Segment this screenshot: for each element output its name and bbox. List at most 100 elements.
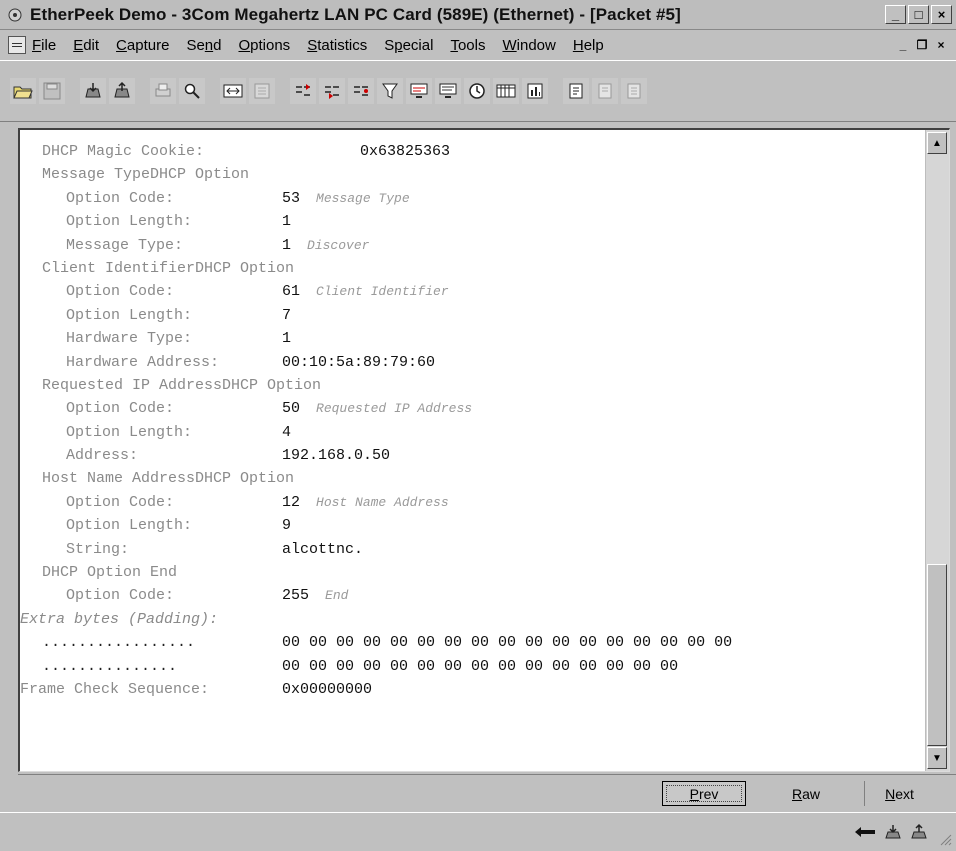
decode-value: 61 Client Identifier — [282, 280, 449, 303]
menu-item-edit[interactable]: Edit — [73, 37, 99, 54]
monitor-icon[interactable] — [406, 78, 432, 104]
document-icon[interactable] — [563, 78, 589, 104]
decode-label: Host Name AddressDHCP Option — [42, 470, 295, 488]
menu-item-special[interactable]: Special — [384, 37, 433, 54]
child-minimize-button[interactable]: _ — [894, 36, 912, 53]
decode-line[interactable]: Hardware Address: 00:10:5a:89:79:60 — [20, 351, 926, 374]
document-menu-icon[interactable] — [8, 36, 26, 54]
menu-bar: File Edit Capture Send Options Statistics Spec… — [0, 30, 956, 60]
decode-value-text: 53 — [282, 189, 301, 207]
decode-value: 7 — [282, 304, 291, 327]
decode-line[interactable]: Option Code: 61 Client Identifier — [20, 280, 926, 303]
decode-line[interactable]: Option Length: 7 — [20, 304, 926, 327]
packet-nav-bar: Prev Raw Next — [18, 774, 956, 810]
decode-line[interactable]: Option Length: 4 — [20, 421, 926, 444]
menu-item-text: ools — [457, 36, 486, 54]
decode-line[interactable]: Message Type: 1 Discover — [20, 234, 926, 257]
decode-line[interactable]: Extra bytes (Padding): — [20, 608, 926, 631]
chart-icon[interactable] — [522, 78, 548, 104]
find-icon[interactable] — [179, 78, 205, 104]
menu-item-text: elp — [583, 36, 604, 54]
capture-stop-icon[interactable] — [109, 78, 135, 104]
child-close-button[interactable]: × — [932, 36, 950, 53]
menu-item-options[interactable]: Options — [238, 37, 290, 54]
decode-value: 1 — [282, 327, 291, 350]
decode-label: String: — [66, 540, 130, 558]
decode-line[interactable]: Option Length: 1 — [20, 210, 926, 233]
table-icon[interactable] — [493, 78, 519, 104]
save-icon[interactable] — [39, 78, 65, 104]
toolbar — [0, 60, 956, 122]
decode-line[interactable]: Message TypeDHCP Option — [20, 163, 926, 186]
scroll-thumb[interactable] — [927, 564, 947, 746]
decode-line[interactable]: DHCP Magic Cookie: 0x63825363 — [20, 140, 926, 163]
back-arrow-icon[interactable] — [854, 825, 876, 844]
decode-line[interactable]: Hardware Type: 1 — [20, 327, 926, 350]
menu-item-text: ile — [41, 36, 57, 54]
menu-item-text: d — [213, 36, 222, 54]
decode-line[interactable]: DHCP Option End — [20, 561, 926, 584]
child-restore-button[interactable]: ❐ — [913, 36, 931, 53]
decode-line[interactable]: String: alcottnc. — [20, 538, 926, 561]
resize-grip-icon[interactable] — [938, 832, 952, 846]
decode-value-text: 00:10:5a:89:79:60 — [282, 353, 436, 371]
menu-item-accel: H — [572, 36, 584, 54]
decode-line[interactable]: Host Name AddressDHCP Option — [20, 467, 926, 490]
decode-value-text: 12 — [282, 493, 301, 511]
decode-line[interactable]: Option Code: 255 End — [20, 584, 926, 607]
decode-line[interactable]: ............... 00 00 00 00 00 00 00 00 0… — [20, 655, 926, 678]
menu-item-tools[interactable]: Tools — [450, 37, 485, 54]
node-stats-icon[interactable] — [290, 78, 316, 104]
menu-item-help[interactable]: Help — [573, 37, 604, 54]
decode-label: ................. — [42, 634, 196, 652]
decode-value-text: 00 00 00 00 00 00 00 00 00 00 00 00 00 0… — [282, 634, 733, 652]
print-icon[interactable] — [150, 78, 176, 104]
conversation-icon[interactable] — [348, 78, 374, 104]
decode-line[interactable]: Client IdentifierDHCP Option — [20, 257, 926, 280]
network-icon[interactable] — [220, 78, 246, 104]
menu-item-send[interactable]: Send — [186, 37, 221, 54]
decode-line[interactable]: Requested IP AddressDHCP Option — [20, 374, 926, 397]
menu-item-statistics[interactable]: Statistics — [307, 37, 367, 54]
scroll-up-button[interactable]: ▲ — [927, 132, 947, 154]
open-icon[interactable] — [10, 78, 36, 104]
packet-decode-view[interactable]: DHCP Magic Cookie: 0x63825363 Message Type… — [18, 128, 950, 772]
decode-note: Client Identifier — [316, 284, 449, 300]
protocol-stats-icon[interactable] — [319, 78, 345, 104]
decode-value-text: 9 — [282, 517, 292, 535]
menu-item-capture[interactable]: Capture — [116, 37, 169, 54]
decode-value-text: 1 — [282, 213, 292, 231]
decode-line[interactable]: Option Code: 12 Host Name Address — [20, 491, 926, 514]
prev-button[interactable]: Prev — [662, 781, 746, 806]
disabled-doc-icon[interactable] — [592, 78, 618, 104]
decode-label: Message Type: — [66, 236, 184, 254]
close-button[interactable]: × — [931, 5, 952, 24]
raw-accel: R — [791, 785, 803, 802]
menu-item-file[interactable]: File — [32, 37, 56, 54]
decode-line[interactable]: ................. 00 00 00 00 00 00 00 00… — [20, 631, 926, 654]
scroll-down-button[interactable]: ▼ — [927, 747, 947, 769]
next-button[interactable]: Next — [864, 781, 934, 806]
menu-item-window[interactable]: Window — [502, 37, 555, 54]
raw-button[interactable]: Raw — [766, 781, 846, 806]
monitor-2-icon[interactable] — [435, 78, 461, 104]
menu-item-accel: F — [32, 36, 42, 54]
clock-icon[interactable] — [464, 78, 490, 104]
minimize-button[interactable]: _ — [885, 5, 906, 24]
vertical-scrollbar[interactable]: ▲ ▼ — [925, 130, 949, 771]
decode-line[interactable]: Option Code: 53 Message Type — [20, 187, 926, 210]
title-bar[interactable]: EtherPeek Demo - 3Com Megahertz LAN PC C… — [0, 0, 956, 30]
decode-value: 255 End — [282, 584, 348, 607]
decode-line[interactable]: Frame Check Sequence: 0x00000000 — [20, 678, 926, 701]
app-icon — [6, 6, 24, 24]
maximize-button[interactable]: □ — [908, 5, 929, 24]
disabled-icon[interactable] — [249, 78, 275, 104]
decode-line[interactable]: Option Code: 50 Requested IP Address — [20, 397, 926, 420]
decode-line[interactable]: Option Length: 9 — [20, 514, 926, 537]
menu-item-text: indow — [516, 36, 556, 54]
decode-line[interactable]: Address: 192.168.0.50 — [20, 444, 926, 467]
disabled-doc-2-icon[interactable] — [621, 78, 647, 104]
filter-icon[interactable] — [377, 78, 403, 104]
decode-note: Host Name Address — [316, 494, 449, 510]
capture-start-icon[interactable] — [80, 78, 106, 104]
